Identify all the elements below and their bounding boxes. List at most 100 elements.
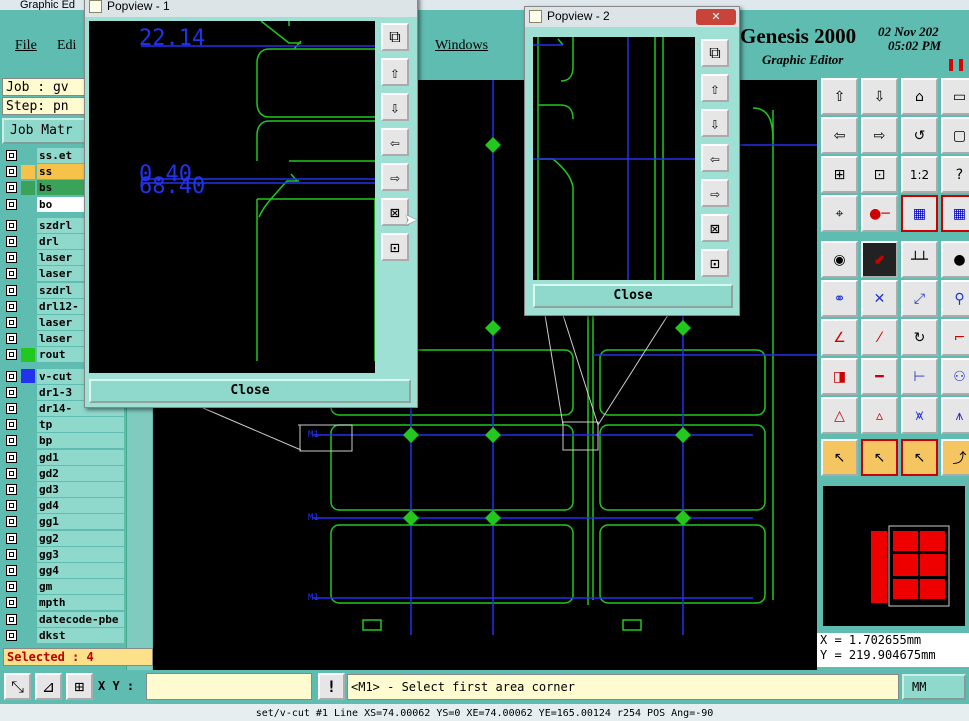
layer-checkbox[interactable] <box>6 516 17 528</box>
xy-input[interactable] <box>146 673 312 700</box>
menu-file[interactable]: File <box>15 38 37 54</box>
popview-pan-right-icon[interactable]: ⇨ <box>701 179 729 207</box>
connect-icon[interactable]: ⚭ <box>821 280 858 317</box>
slot-icon[interactable]: ⚲ <box>941 280 969 317</box>
layer-toggle-icon[interactable]: ▦ <box>901 195 938 232</box>
minimap[interactable] <box>821 484 967 628</box>
popview-zoom-out-icon[interactable]: ⊡ <box>381 233 409 261</box>
home-icon[interactable]: ⌂ <box>901 78 938 115</box>
layer-name[interactable]: mpth <box>37 595 124 611</box>
layer-toggle-2-icon[interactable]: ▦ <box>941 195 969 232</box>
layer-checkbox[interactable] <box>6 386 17 398</box>
triangle-icon[interactable]: △ <box>821 397 858 434</box>
cross-icon[interactable]: ✕ <box>861 280 898 317</box>
layer-checkbox[interactable] <box>6 236 17 247</box>
layer-row[interactable]: bp <box>6 433 124 449</box>
move-node-icon[interactable]: ⤢ <box>901 280 938 317</box>
layer-row[interactable]: dkst <box>6 627 124 643</box>
layer-row[interactable]: datecode-pbe <box>6 611 124 627</box>
layer-row[interactable]: gg2 <box>6 530 124 546</box>
popview-zoom-icon[interactable]: ⧉ <box>381 23 409 51</box>
pad-add-icon[interactable]: ◉ <box>821 241 858 278</box>
layer-row[interactable]: gm <box>6 579 124 595</box>
layer-name[interactable]: datecode-pbe <box>37 611 124 627</box>
diag-line-icon[interactable]: ⁄ <box>861 319 898 356</box>
measure-tool-icon[interactable]: ⊿ <box>35 673 62 700</box>
layer-checkbox[interactable] <box>6 150 17 161</box>
angle-icon[interactable]: ∠ <box>821 319 858 356</box>
layer-name[interactable]: gd1 <box>37 449 124 465</box>
layer-checkbox[interactable] <box>6 613 17 625</box>
popview-1-window[interactable]: Popview - 1 22.14 0.40 68.40 ⧉ ⇧ ⇩ ⇦ ⇨ ⊠… <box>84 0 418 408</box>
layer-checkbox[interactable] <box>6 548 17 560</box>
layer-row[interactable]: gd2 <box>6 465 124 481</box>
popview-pan-down-icon[interactable]: ⇩ <box>701 109 729 137</box>
zoom-box-icon[interactable]: ⤡ <box>4 673 31 700</box>
layer-checkbox[interactable] <box>6 182 17 194</box>
layer-row[interactable]: tp <box>6 417 124 433</box>
select-arrow-c-icon[interactable]: ↖ <box>901 439 938 476</box>
layer-checkbox[interactable] <box>6 403 17 414</box>
layer-checkbox[interactable] <box>6 467 17 479</box>
popview-pan-left-icon[interactable]: ⇦ <box>701 144 729 172</box>
pan-down-icon[interactable]: ⇩ <box>861 78 898 115</box>
layer-row[interactable]: mpth <box>6 595 124 611</box>
line-draw-icon[interactable]: ⬋ <box>861 241 898 278</box>
layer-name[interactable]: gd2 <box>37 465 124 481</box>
layer-checkbox[interactable] <box>6 484 17 495</box>
layer-row[interactable]: gg3 <box>6 546 124 562</box>
layer-checkbox[interactable] <box>6 597 17 609</box>
popview-1-close-button[interactable]: Close <box>89 379 411 403</box>
layer-checkbox[interactable] <box>6 198 17 210</box>
layer-checkbox[interactable] <box>6 435 17 447</box>
pan-left-icon[interactable]: ⇦ <box>821 117 858 154</box>
grid-icon[interactable]: ⊞ <box>66 673 93 700</box>
layer-name[interactable]: gd3 <box>37 482 124 497</box>
layer-checkbox[interactable] <box>6 370 17 382</box>
popview-1-titlebar[interactable]: Popview - 1 <box>85 0 417 17</box>
popview-zoom-out-icon[interactable]: ⊡ <box>701 249 729 277</box>
layer-row[interactable]: gd4 <box>6 498 124 514</box>
layer-checkbox[interactable] <box>6 284 17 296</box>
popview-pan-up-icon[interactable]: ⇧ <box>381 58 409 86</box>
popview-2-window[interactable]: Popview - 2 ✕ ⧉ ⇧ ⇩ ⇦ ⇨ ⊠ ⊡ Close <box>524 6 740 316</box>
unit-selector[interactable]: MM <box>902 674 966 700</box>
select-arrow-b-icon[interactable]: ↖ <box>861 439 898 476</box>
bracket-icon[interactable]: ⌐ <box>941 319 969 356</box>
zoom-area-icon[interactable]: ▭ <box>941 78 969 115</box>
layer-checkbox[interactable] <box>6 252 17 264</box>
layer-name[interactable]: gg2 <box>37 530 124 546</box>
popview-1-canvas[interactable]: 22.14 0.40 68.40 <box>89 21 375 373</box>
triangle-d-icon[interactable]: ⩚ <box>941 397 969 434</box>
popview-pan-left-icon[interactable]: ⇦ <box>381 128 409 156</box>
triangle-b-icon[interactable]: ▵ <box>861 397 898 434</box>
pause-icon[interactable]: ❚❚ <box>946 57 966 71</box>
measure-icon[interactable]: ⊢ <box>901 358 938 395</box>
layer-checkbox[interactable] <box>6 300 17 312</box>
popview-pan-down-icon[interactable]: ⇩ <box>381 93 409 121</box>
layer-name[interactable]: gd4 <box>37 498 124 514</box>
layer-name[interactable]: dkst <box>37 627 124 643</box>
scale-1-2-icon[interactable]: 1:2 <box>901 156 938 193</box>
layer-name[interactable]: gg3 <box>37 546 124 562</box>
line-h-icon[interactable]: ━ <box>861 358 898 395</box>
popview-pan-right-icon[interactable]: ⇨ <box>381 163 409 191</box>
popview-zoom-icon[interactable]: ⧉ <box>701 39 729 67</box>
dot-icon[interactable]: ● <box>941 241 969 278</box>
pan-right-icon[interactable]: ⇨ <box>861 117 898 154</box>
zoom-fit-icon[interactable]: ⊡ <box>861 156 898 193</box>
help-icon[interactable]: ? <box>941 156 969 193</box>
fit-all-icon[interactable]: ⊞ <box>821 156 858 193</box>
layer-checkbox[interactable] <box>6 532 17 544</box>
layer-checkbox[interactable] <box>6 317 17 328</box>
layer-checkbox[interactable] <box>6 333 17 345</box>
layer-checkbox[interactable] <box>6 219 17 231</box>
layer-row[interactable]: gd1 <box>6 449 124 465</box>
undo-zoom-icon[interactable]: ↺ <box>901 117 938 154</box>
select-arrow-icon[interactable]: ↖ <box>821 439 858 476</box>
layer-name[interactable]: gg1 <box>37 514 124 530</box>
layer-checkbox[interactable] <box>6 500 17 512</box>
menu-edit[interactable]: Edi <box>57 38 76 54</box>
alert-icon[interactable]: ! <box>318 673 345 700</box>
layer-checkbox[interactable] <box>6 581 17 593</box>
